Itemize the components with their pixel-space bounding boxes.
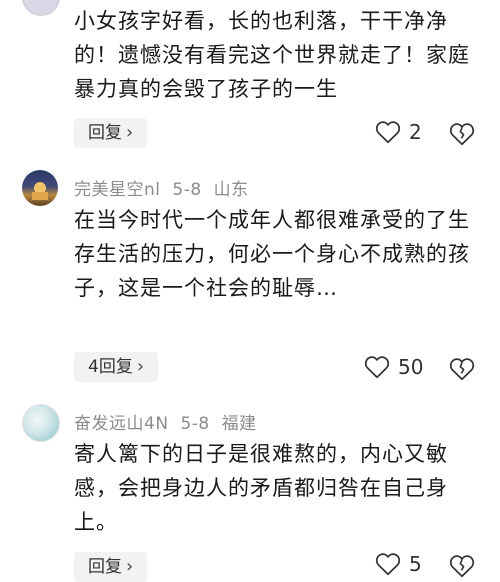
chevron-right-icon: › [126, 122, 134, 143]
comment-text: 在当今时代一个成年人都很难承受的了生存生活的压力，何必一个身心不成熟的孩子，这是… [74, 208, 470, 300]
like-count: 5 [409, 552, 422, 576]
reply-label: 4回复 [88, 357, 133, 377]
like-count: 50 [398, 355, 424, 379]
comment-item: 奋发远山4N 5-8 福建 寄人篱下的日子是很难熬的，内心又敏感，会把身边人的矛… [0, 402, 500, 582]
dislike-button[interactable] [449, 554, 475, 580]
reply-label: 回复 [88, 557, 122, 577]
dislike-button[interactable] [449, 122, 475, 148]
reply-label: 回复 [88, 123, 122, 143]
heart-outline-icon [375, 121, 401, 144]
like-button[interactable]: 2 [375, 120, 422, 144]
comment-date: 5-8 [180, 414, 210, 434]
username[interactable]: 奋发远山4N [74, 414, 169, 434]
reply-button[interactable]: 回复 › [74, 552, 148, 582]
comment-location: 福建 [221, 414, 257, 434]
reply-button[interactable]: 4回复 › [74, 352, 159, 382]
heart-outline-icon [364, 356, 390, 379]
comment-text: 小女孩字好看，长的也利落，干干净净的！遗憾没有看完这个世界就走了！家庭暴力真的会… [74, 9, 470, 101]
comment-meta: 完美星空nl 5-8 山东 [74, 175, 255, 200]
like-count: 2 [409, 120, 422, 144]
comment-location: 山东 [213, 180, 249, 200]
heart-broken-outline-icon [449, 123, 475, 146]
avatar-image [32, 182, 48, 200]
comment-date: 5-8 [172, 180, 202, 200]
username[interactable]: 完美星空nl [74, 180, 161, 200]
avatar[interactable] [22, 170, 58, 206]
like-button[interactable]: 5 [375, 552, 422, 576]
avatar[interactable] [22, 404, 60, 442]
reply-button[interactable]: 回复 › [74, 118, 148, 148]
heart-broken-outline-icon [449, 555, 475, 578]
comment-meta: 奋发远山4N 5-8 福建 [74, 409, 263, 434]
like-button[interactable]: 50 [364, 355, 423, 379]
comment-item: 完美星空nl 5-8 山东 在当今时代一个成年人都很难承受的了生存生活的压力，何… [0, 168, 500, 393]
chevron-right-icon: › [136, 356, 145, 377]
heart-outline-icon [375, 553, 401, 576]
heart-broken-outline-icon [449, 358, 475, 381]
comment-text: 寄人篱下的日子是很难熬的，内心又敏感，会把身边人的矛盾都归咎在自己身上。 [74, 442, 448, 534]
dislike-button[interactable] [449, 357, 475, 383]
avatar[interactable] [22, 0, 60, 16]
comment-item: 小女孩字好看，长的也利落，干干净净的！遗憾没有看完这个世界就走了！家庭暴力真的会… [0, 0, 500, 160]
chevron-right-icon: › [126, 556, 134, 577]
